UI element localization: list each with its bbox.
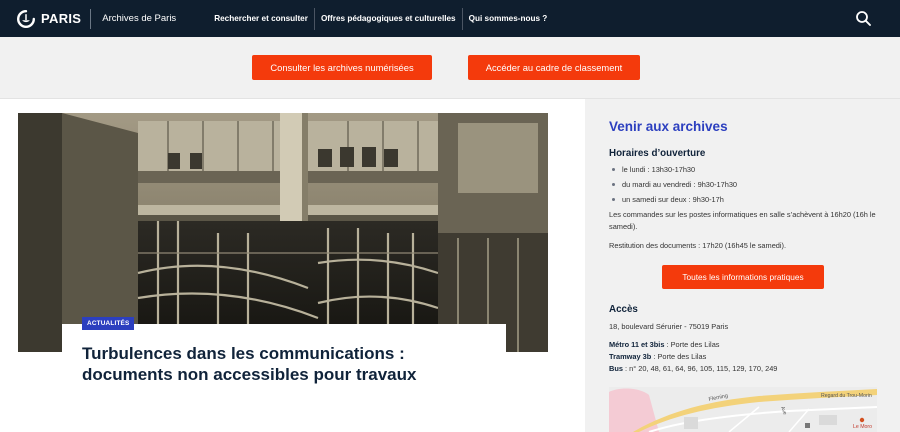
hours-item-text: un samedi sur deux : 9h30-17h (622, 195, 724, 204)
nav-offres-pedagogiques[interactable]: Offres pédagogiques et culturelles (315, 8, 462, 30)
opening-hours-list: le lundi : 13h30-17h30 du mardi au vendr… (609, 162, 737, 207)
restitution-note: Restitution des documents : 17h20 (16h45… (609, 241, 787, 250)
hours-item-text: du mardi au vendredi : 9h30-17h30 (622, 180, 738, 189)
map-label-le-moro: Le Moro (853, 424, 872, 430)
consult-digitized-archives-button[interactable]: Consulter les archives numérisées (252, 55, 432, 80)
hours-item-text: le lundi : 13h30-17h30 (622, 165, 696, 174)
logo-text: PARIS (41, 11, 82, 26)
hours-item: le lundi : 13h30-17h30 (609, 162, 737, 177)
transport-metro-value: : Porte des Lilas (664, 340, 720, 349)
logo-divider (90, 8, 92, 29)
classification-framework-button[interactable]: Accéder au cadre de classement (468, 55, 640, 80)
transport-metro: Métro 11 et 3bis : Porte des Lilas (609, 340, 720, 349)
hours-item: du mardi au vendredi : 9h30-17h30 (609, 177, 737, 192)
transport-tramway-label: Tramway 3b (609, 352, 652, 361)
quick-actions-band: Consulter les archives numérisées Accéde… (0, 37, 900, 99)
nav-rechercher-consulter[interactable]: Rechercher et consulter (208, 8, 314, 30)
main-nav: Rechercher et consulter Offres pédagogiq… (208, 0, 553, 37)
news-category-badge[interactable]: ACTUALITÉS (82, 317, 135, 330)
transport-bus: Bus : n° 20, 48, 61, 64, 96, 105, 115, 1… (609, 364, 777, 373)
transport-tramway: Tramway 3b : Porte des Lilas (609, 352, 706, 361)
top-navigation-bar: PARIS Archives de Paris Rechercher et co… (0, 0, 900, 37)
paris-ship-logo-icon (17, 9, 35, 28)
location-map[interactable]: Fleming Ave Regard du Trou-Morin Le Moro (609, 387, 877, 432)
transport-metro-label: Métro 11 et 3bis (609, 340, 665, 349)
bullet-icon (612, 183, 615, 186)
practical-info-button[interactable]: Toutes les informations pratiques (662, 265, 824, 289)
visit-archives-panel: Venir aux archives Horaires d’ouverture … (585, 99, 900, 432)
opening-hours-heading: Horaires d’ouverture (609, 148, 706, 159)
hours-item: un samedi sur deux : 9h30-17h (609, 192, 737, 207)
transport-bus-value: : n° 20, 48, 61, 64, 96, 105, 115, 129, … (622, 364, 778, 373)
bullet-icon (612, 168, 615, 171)
site-name-link[interactable]: Archives de Paris (102, 13, 176, 24)
commands-note: Les commandes sur les postes informatiqu… (609, 210, 876, 231)
transport-bus-label: Bus (609, 364, 623, 373)
bullet-icon (612, 198, 615, 201)
visit-panel-title: Venir aux archives (609, 119, 728, 134)
article-title[interactable]: Turbulences dans les communications : do… (82, 343, 492, 385)
transport-tramway-value: : Porte des Lilas (651, 352, 707, 361)
address-text: 18, boulevard Sérurier - 75019 Paris (609, 322, 729, 331)
map-graphic: Fleming Ave Regard du Trou-Morin Le Moro (609, 387, 877, 432)
paris-logo[interactable]: PARIS (16, 0, 81, 37)
access-heading: Accès (609, 304, 638, 315)
nav-qui-sommes-nous[interactable]: Qui sommes-nous ? (463, 8, 554, 30)
map-label-regard: Regard du Trou-Morin (821, 393, 872, 399)
search-icon[interactable] (855, 10, 872, 27)
